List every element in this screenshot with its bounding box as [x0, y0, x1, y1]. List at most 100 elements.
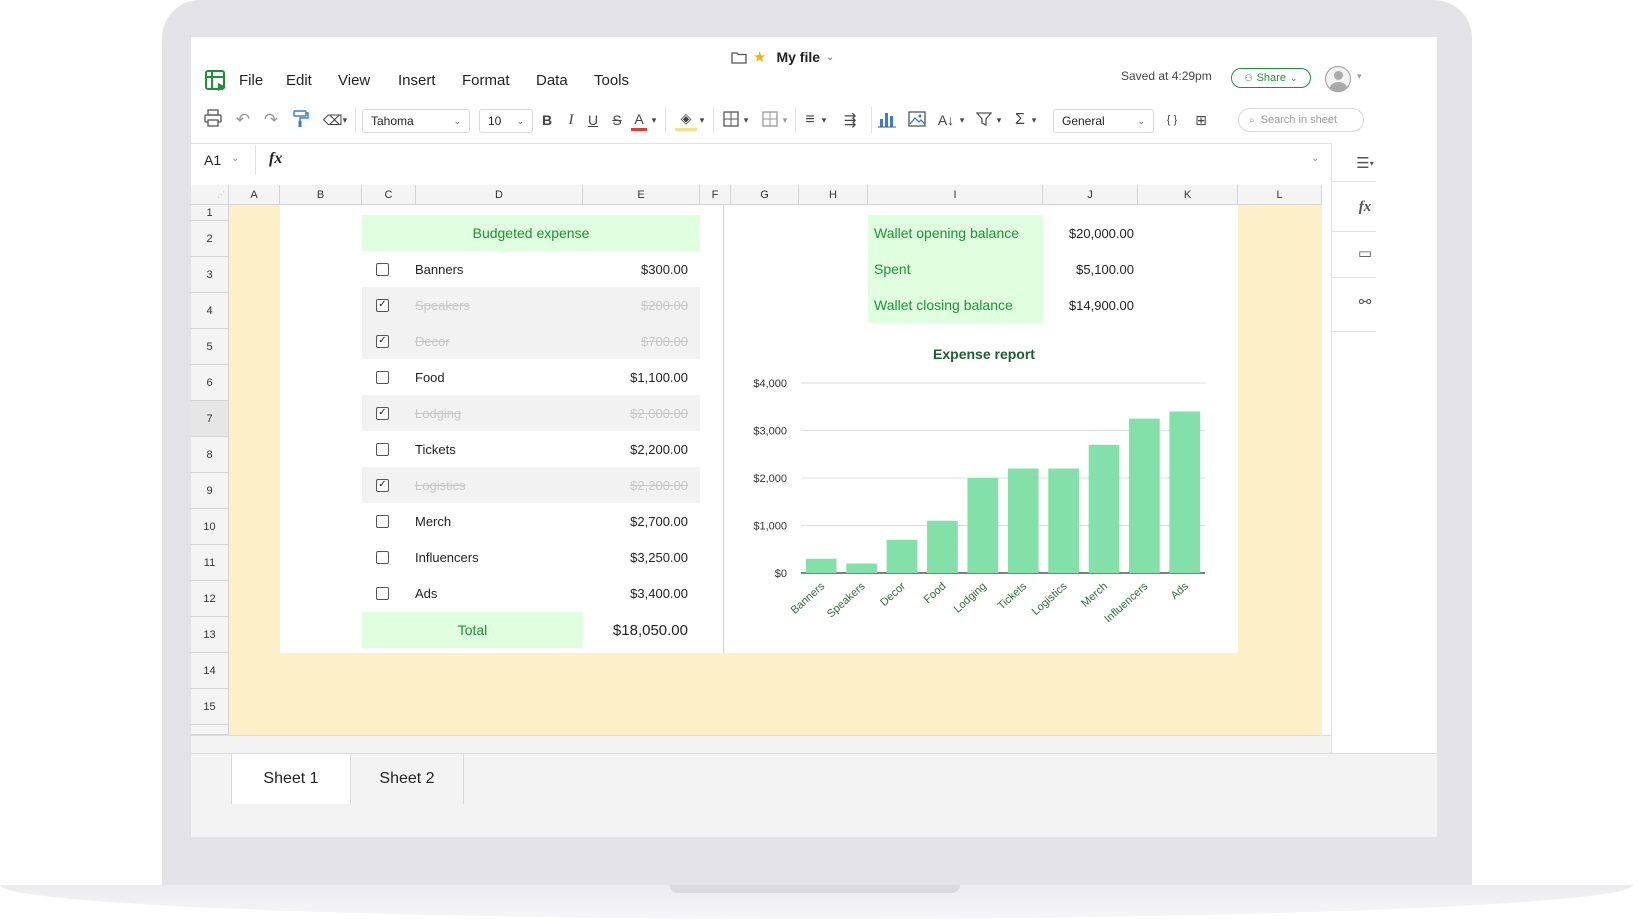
sidebar-functions-icon[interactable]: fx	[1345, 187, 1385, 227]
expense-name[interactable]: Banners	[415, 251, 463, 287]
bar-speakers[interactable]	[846, 563, 877, 574]
column-header[interactable]: E	[583, 185, 700, 205]
sum-chevron-icon[interactable]: ▾	[1029, 109, 1039, 131]
row-header[interactable]: 15	[191, 689, 229, 725]
expense-amount[interactable]: $2,200.00	[583, 467, 688, 503]
total-label[interactable]: Total	[362, 612, 583, 648]
row-header[interactable]	[191, 725, 229, 735]
expense-amount[interactable]: $200.00	[583, 287, 688, 323]
expense-name[interactable]: Speakers	[415, 287, 470, 323]
expense-name[interactable]: Decor	[415, 323, 450, 359]
clear-format-icon[interactable]: ⌫ ▾	[321, 109, 349, 131]
wallet-opening-label[interactable]: Wallet opening balance	[874, 215, 1019, 251]
wrap-text-icon[interactable]: ⇶	[839, 109, 861, 131]
fill-color-chevron-icon[interactable]: ▾	[697, 109, 707, 131]
menu-insert[interactable]: Insert	[398, 72, 436, 89]
checkbox[interactable]	[376, 587, 389, 600]
insert-chart-icon[interactable]	[878, 110, 896, 128]
wallet-closing-label[interactable]: Wallet closing balance	[874, 287, 1013, 323]
sidebar-collaborate-icon[interactable]: ⚯	[1345, 282, 1385, 322]
bar-lodging[interactable]	[967, 478, 999, 573]
sort-icon[interactable]: A↓	[937, 109, 955, 131]
row-header[interactable]: 6	[191, 365, 229, 401]
underline-button[interactable]: U	[585, 109, 601, 131]
font-family-select[interactable]: Tahoma ⌄	[362, 109, 470, 133]
expense-name[interactable]: Tickets	[415, 431, 456, 467]
braces-button[interactable]: { }	[1162, 109, 1182, 131]
wallet-opening-value[interactable]: $20,000.00	[1043, 215, 1134, 251]
redo-icon[interactable]: ↷	[261, 109, 281, 131]
expense-chart[interactable]: Expense report $0 $1,000 $2,000 $3,000 $4,00…	[739, 337, 1229, 637]
merge-cells-icon[interactable]	[762, 111, 778, 127]
row-header[interactable]: 5	[191, 329, 229, 365]
insert-image-icon[interactable]	[908, 110, 926, 128]
column-header[interactable]: I	[868, 185, 1043, 205]
print-icon[interactable]	[204, 109, 222, 127]
bar-tickets[interactable]	[1007, 468, 1039, 574]
row-header[interactable]: 7	[191, 401, 229, 437]
column-header[interactable]: K	[1138, 185, 1238, 205]
borders-chevron-icon[interactable]: ▾	[741, 109, 751, 131]
column-header[interactable]: D	[416, 185, 583, 205]
number-format-select[interactable]: General ⌄	[1053, 109, 1154, 133]
merge-chevron-icon[interactable]: ▾	[780, 109, 790, 131]
bar-influencers[interactable]	[1129, 418, 1160, 573]
total-value[interactable]: $18,050.00	[583, 612, 688, 648]
filter-chevron-icon[interactable]: ▾	[994, 109, 1004, 131]
column-header[interactable]: F	[700, 185, 731, 205]
align-icon[interactable]: ≡	[801, 109, 819, 131]
expense-amount[interactable]: $700.00	[583, 323, 688, 359]
cell-ref-chevron-icon[interactable]: ⌄	[231, 153, 239, 164]
checkbox-checked[interactable]: ✓	[376, 335, 389, 348]
formula-input[interactable]	[299, 145, 1324, 175]
wallet-closing-value[interactable]: $14,900.00	[1043, 287, 1134, 323]
sum-icon[interactable]: Σ	[1011, 109, 1029, 131]
checkbox[interactable]	[376, 371, 389, 384]
checkbox-checked[interactable]: ✓	[376, 299, 389, 312]
expense-name[interactable]: Logistics	[415, 467, 466, 503]
row-header[interactable]: 1	[191, 205, 229, 221]
font-color-button[interactable]: A	[631, 109, 647, 131]
font-size-select[interactable]: 10 ⌄	[479, 109, 533, 133]
menu-tools[interactable]: Tools	[594, 72, 629, 89]
expense-amount[interactable]: $2,000.00	[583, 395, 688, 431]
row-header[interactable]: 3	[191, 257, 229, 293]
checkbox[interactable]	[376, 551, 389, 564]
row-header[interactable]: 14	[191, 653, 229, 689]
align-chevron-icon[interactable]: ▾	[819, 109, 829, 131]
bar-decor[interactable]	[886, 539, 918, 573]
row-header[interactable]: 2	[191, 221, 229, 257]
sidebar-filter-icon[interactable]: ☰ ▾	[1345, 143, 1385, 183]
column-header[interactable]: H	[799, 185, 868, 205]
row-header[interactable]: 11	[191, 545, 229, 581]
budget-header[interactable]: Budgeted expense	[362, 215, 700, 251]
row-header[interactable]: 9	[191, 473, 229, 509]
borders-icon[interactable]	[723, 111, 739, 127]
share-button[interactable]: ⚇ Share ⌄	[1231, 68, 1311, 88]
bar-food[interactable]	[927, 520, 958, 573]
row-header[interactable]: 8	[191, 437, 229, 473]
expense-name[interactable]: Food	[415, 359, 445, 395]
expense-amount[interactable]: $300.00	[583, 251, 688, 287]
wallet-spent-value[interactable]: $5,100.00	[1043, 251, 1134, 287]
expense-amount[interactable]: $2,700.00	[583, 503, 688, 539]
column-header[interactable]: G	[731, 185, 799, 205]
expense-amount[interactable]: $3,250.00	[583, 539, 688, 575]
menu-file[interactable]: File	[239, 72, 263, 89]
undo-icon[interactable]: ↶	[233, 109, 253, 131]
expense-name[interactable]: Ads	[415, 575, 437, 611]
row-header[interactable]: 12	[191, 581, 229, 617]
avatar-chevron-icon[interactable]: ▾	[1357, 71, 1362, 82]
select-all-corner[interactable]: ⋰	[191, 185, 229, 205]
filter-icon[interactable]	[976, 111, 992, 127]
row-header[interactable]: 4	[191, 293, 229, 329]
expense-name[interactable]: Influencers	[415, 539, 479, 575]
checkbox-checked[interactable]: ✓	[376, 407, 389, 420]
menu-edit[interactable]: Edit	[286, 72, 312, 89]
more-tools-icon[interactable]: ⊞	[1191, 109, 1211, 131]
file-title-area[interactable]: ★ My file ⌄	[731, 48, 834, 66]
checkbox[interactable]	[376, 263, 389, 276]
strikethrough-button[interactable]: S	[609, 109, 625, 131]
menu-view[interactable]: View	[338, 72, 370, 89]
sort-chevron-icon[interactable]: ▾	[957, 109, 967, 131]
